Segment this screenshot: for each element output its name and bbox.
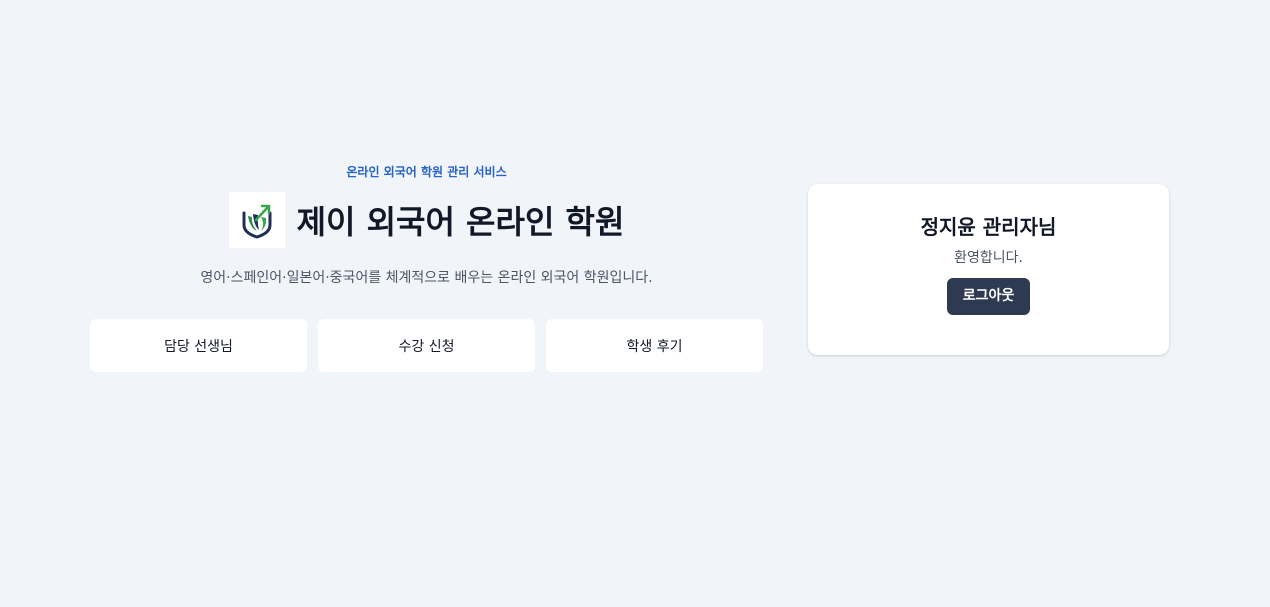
welcome-text: 환영합니다. xyxy=(954,250,1023,266)
brand-row: 제이 외국어 온라인 학원 xyxy=(90,192,763,248)
hero-section: 온라인 외국어 학원 관리 서비스 제이 외국어 온라인 학원 영어·스페인어·… xyxy=(90,160,763,372)
user-greeting: 정지윤 관리자님 xyxy=(920,215,1057,239)
tagline: 온라인 외국어 학원 관리 서비스 xyxy=(346,165,507,179)
user-card: 정지윤 관리자님 환영합니다. 로그아웃 xyxy=(808,184,1169,355)
reviews-button[interactable]: 학생 후기 xyxy=(546,319,763,372)
logout-button[interactable]: 로그아웃 xyxy=(946,278,1031,315)
page: 온라인 외국어 학원 관리 서비스 제이 외국어 온라인 학원 영어·스페인어·… xyxy=(0,0,1270,607)
academy-logo-icon xyxy=(228,192,285,248)
hero-nav: 담당 선생님 수강 신청 학생 후기 xyxy=(90,319,763,372)
hero-description: 영어·스페인어·일본어·중국어를 체계적으로 배우는 온라인 외국어 학원입니다… xyxy=(200,270,653,286)
enrollment-button[interactable]: 수강 신청 xyxy=(318,319,535,372)
teachers-button[interactable]: 담당 선생님 xyxy=(90,319,307,372)
page-title: 제이 외국어 온라인 학원 xyxy=(296,203,625,241)
